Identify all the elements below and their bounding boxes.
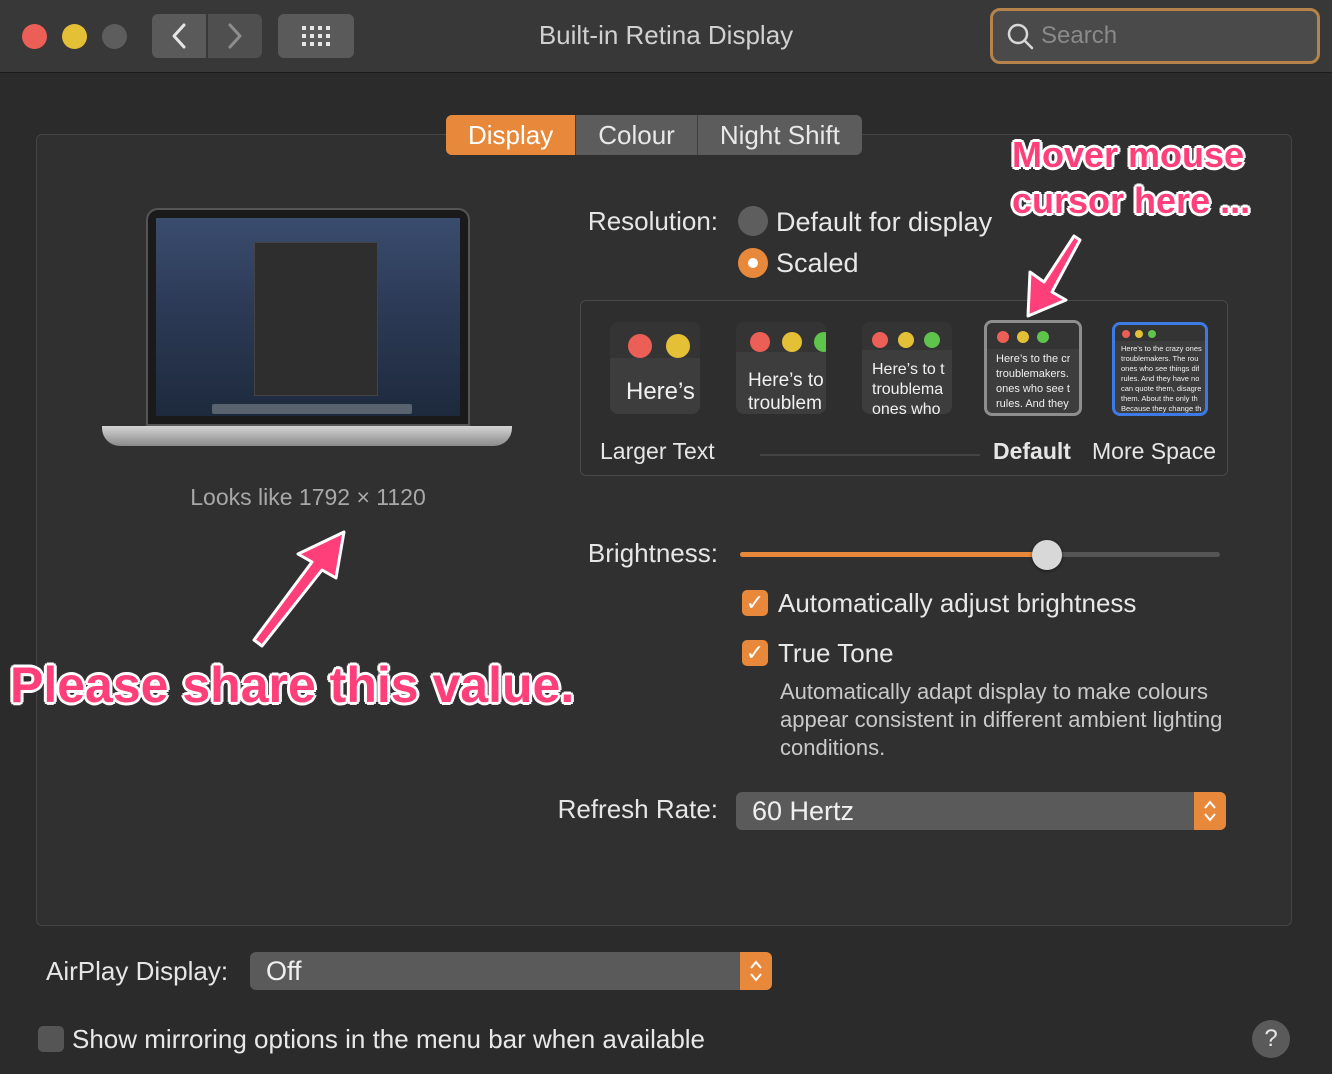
looks-like-resolution: Looks like 1792 × 1120: [190, 484, 426, 510]
tab-display[interactable]: Display: [446, 115, 577, 155]
search-field[interactable]: [990, 8, 1320, 64]
updown-chevron-icon: [740, 952, 772, 990]
help-button[interactable]: ?: [1252, 1020, 1290, 1058]
annotation-share-note: Please share this value.: [10, 657, 575, 713]
updown-chevron-icon: [1194, 792, 1226, 830]
scale-option-larger-text[interactable]: Here’s: [610, 322, 700, 414]
desktop-preview: [156, 218, 460, 416]
scale-label-larger-text: Larger Text: [600, 438, 715, 464]
resolution-label: Resolution:: [587, 206, 718, 236]
true-tone-label[interactable]: True Tone: [778, 638, 894, 669]
scale-label-more-space: More Space: [1092, 438, 1217, 464]
search-input[interactable]: [1039, 21, 1313, 51]
chevron-right-icon: [228, 23, 242, 49]
refresh-rate-select[interactable]: 60 Hertz: [736, 792, 1226, 830]
brightness-slider-fill: [740, 552, 1047, 557]
radio-default-for-display-label[interactable]: Default for display: [776, 207, 992, 238]
zoom-window-button[interactable]: [102, 24, 127, 49]
laptop-base: [102, 426, 512, 446]
scale-option-more-space[interactable]: Here’s to the crazy ones troublemakers. …: [1112, 322, 1208, 416]
scale-option-2[interactable]: Here’s to troublem: [736, 322, 826, 414]
airplay-display-value: Off: [266, 956, 302, 986]
close-window-button[interactable]: [22, 24, 47, 49]
brightness-slider-track[interactable]: [740, 552, 1220, 557]
forward-button[interactable]: [208, 14, 262, 58]
document-window-preview: [254, 242, 378, 396]
tab-colour[interactable]: Colour: [576, 115, 698, 155]
back-button[interactable]: [152, 14, 206, 58]
auto-brightness-label[interactable]: Automatically adjust brightness: [778, 588, 1136, 619]
search-icon: [1007, 23, 1034, 50]
true-tone-description: Automatically adapt display to make colo…: [780, 679, 1223, 760]
scale-option-3[interactable]: Here’s to t troublema ones who: [862, 322, 952, 414]
brightness-label: Brightness:: [587, 538, 718, 568]
refresh-rate-value: 60 Hertz: [752, 796, 855, 826]
radio-default-for-display[interactable]: [738, 206, 768, 236]
show-mirroring-label[interactable]: Show mirroring options in the menu bar w…: [72, 1024, 705, 1055]
radio-scaled-label[interactable]: Scaled: [776, 248, 859, 279]
show-mirroring-checkbox[interactable]: [38, 1026, 64, 1052]
refresh-rate-label: Refresh Rate:: [557, 794, 718, 824]
airplay-display-select[interactable]: Off: [250, 952, 772, 990]
radio-scaled[interactable]: [738, 248, 768, 278]
true-tone-checkbox[interactable]: ✓: [742, 640, 768, 666]
annotation-cursor-note-line1: Mover mouse: [1012, 134, 1245, 175]
airplay-display-label: AirPlay Display:: [46, 956, 229, 986]
tab-bar: Display Colour Night Shift: [446, 115, 862, 155]
dock-preview: [212, 404, 412, 414]
chevron-left-icon: [172, 23, 186, 49]
laptop-illustration: [146, 208, 470, 426]
scale-option-default[interactable]: Here’s to the cr troublemakers. ones who…: [984, 320, 1082, 416]
scale-label-default: Default: [993, 438, 1071, 464]
annotation-cursor-note-line2: cursor here ...: [1012, 180, 1251, 221]
show-all-button[interactable]: [278, 14, 354, 58]
brightness-slider-knob[interactable]: [1032, 540, 1062, 570]
grid-icon: [302, 26, 330, 46]
title-bar: Built-in Retina Display: [0, 0, 1332, 73]
tab-night-shift[interactable]: Night Shift: [698, 115, 862, 155]
auto-brightness-checkbox[interactable]: ✓: [742, 590, 768, 616]
minimize-window-button[interactable]: [62, 24, 87, 49]
scale-track: [760, 454, 980, 456]
